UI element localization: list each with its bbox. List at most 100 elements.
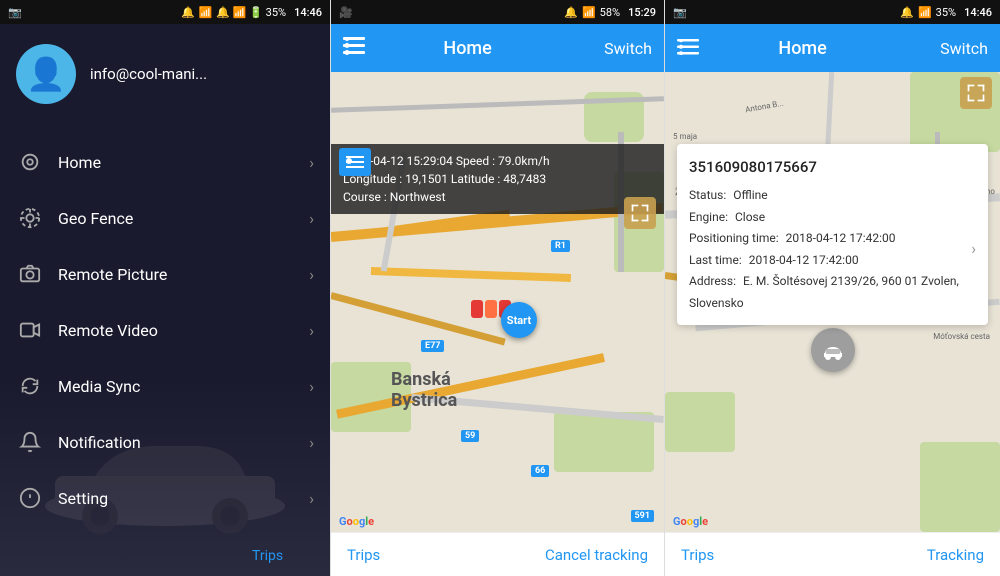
wifi-icon-2: 📶 [582, 6, 596, 19]
sidebar-item-notification[interactable]: Notification › [0, 414, 330, 470]
switch-button-2[interactable]: Switch [604, 39, 652, 58]
city-line-2: Bystrica [391, 390, 457, 412]
status-bar-1: 📷 🔔 📶 🔔 📶 🔋 35% 14:46 [0, 0, 330, 24]
notification-icon [16, 428, 44, 456]
positioning-label: Positioning time: [689, 231, 779, 245]
time-1: 14:46 [294, 6, 322, 19]
trips-tab-2[interactable]: Trips [347, 546, 380, 564]
engine-label: Engine: [689, 210, 728, 224]
device-id: 351609080175667 [689, 154, 976, 181]
alarm-icon-2: 🔔 [564, 6, 578, 19]
battery-level-1: 🔔 📶 🔋 35% [216, 6, 286, 19]
sidebar-item-remote-picture[interactable]: Remote Picture › [0, 246, 330, 302]
profile-section: 👤 info@cool-mani... [0, 24, 330, 124]
device-info-text: Status: Offline Engine: Close Positionin… [689, 185, 971, 315]
road-label-591: 591 [631, 510, 655, 522]
engine-value: Close [735, 210, 765, 224]
info-line-1: 2018-04-12 15:29:04 Speed : 79.0km/h [343, 152, 652, 170]
start-marker: Start [501, 302, 537, 338]
street-mofovska: Móťovská cesta [933, 332, 990, 341]
device-info-row[interactable]: Status: Offline Engine: Close Positionin… [689, 185, 976, 315]
camera-icon: 📷 [8, 6, 22, 19]
positioning-value: 2018-04-12 17:42:00 [786, 231, 896, 245]
time-2: 15:29 [628, 6, 656, 19]
remote-video-label: Remote Video [58, 321, 309, 340]
info-chevron[interactable]: › [971, 235, 976, 264]
sidebar-item-remote-video[interactable]: Remote Video › [0, 302, 330, 358]
status-left-2: 🎥 [339, 6, 353, 19]
city-label-2: Banská Bystrica [391, 369, 457, 412]
time-3: 14:46 [964, 6, 992, 19]
avatar-icon: 👤 [26, 55, 66, 93]
marker-label: Start [507, 314, 531, 327]
status-right-3: 🔔 📶 35% 14:46 [900, 6, 992, 19]
home-label: Home [58, 153, 309, 172]
remote-video-icon [16, 316, 44, 344]
sidebar-item-setting[interactable]: Setting › [0, 470, 330, 526]
home-icon [16, 148, 44, 176]
last-time-value: 2018-04-12 17:42:00 [749, 253, 859, 267]
trips-tab-3[interactable]: Trips [681, 546, 714, 564]
header-title-3: Home [677, 38, 928, 59]
green-area-4 [554, 412, 654, 472]
hamburger-active[interactable] [339, 148, 371, 176]
road-label-66: 66 [531, 465, 549, 477]
footer-tabbar-2: Trips Cancel tracking [331, 532, 664, 576]
green-3-2 [665, 392, 735, 452]
geo-fence-icon [16, 204, 44, 232]
info-bar-2: 2018-04-12 15:29:04 Speed : 79.0km/h Lon… [331, 144, 664, 214]
app-header-3: Home Switch [665, 24, 1000, 72]
switch-button-3[interactable]: Switch [940, 39, 988, 58]
status-bar-3: 📷 🔔 📶 35% 14:46 [665, 0, 1000, 24]
alarm-icon-3: 🔔 [900, 6, 914, 19]
setting-label: Setting [58, 489, 309, 508]
info-line-3: Course : Northwest [343, 188, 652, 206]
footer-tabbar-3: Trips Tracking [665, 532, 1000, 576]
alarm-icon: 🔔 [181, 6, 195, 19]
media-sync-icon [16, 372, 44, 400]
sidebar-item-media-sync[interactable]: Media Sync › [0, 358, 330, 414]
status-left-3: 📷 [673, 6, 687, 19]
status-row: Status: Offline [689, 185, 971, 207]
wifi-icon: 📶 [199, 6, 213, 19]
trips-label-1[interactable]: Trips [252, 548, 283, 564]
header-title-2: Home [343, 38, 592, 59]
address-label: Address: [689, 274, 736, 288]
screenshot-button-3[interactable] [960, 77, 992, 109]
camera-icon-3: 📷 [673, 6, 687, 19]
screenshot-button-2[interactable] [624, 197, 656, 229]
sidebar-item-home[interactable]: Home › [0, 134, 330, 190]
battery-2: 58% [600, 6, 620, 19]
device-info-card: 351609080175667 Status: Offline Engine: … [677, 144, 988, 325]
notification-chevron: › [309, 433, 314, 452]
wifi-icon-3: 📶 [918, 6, 932, 19]
status-bar-right-1: 🔔 📶 🔔 📶 🔋 35% 14:46 [181, 6, 322, 19]
status-value: Offline [733, 188, 767, 202]
tracking-tab[interactable]: Tracking [927, 546, 984, 564]
notification-label: Notification [58, 433, 309, 452]
status-right-2: 🔔 📶 58% 15:29 [564, 6, 656, 19]
address-row: Address: E. M. Šoltésovej 2139/26, 960 0… [689, 271, 971, 314]
cancel-tracking-tab[interactable]: Cancel tracking [545, 546, 648, 564]
last-time-label: Last time: [689, 253, 742, 267]
media-sync-label: Media Sync [58, 377, 309, 396]
status-bar-2: 🎥 🔔 📶 58% 15:29 [331, 0, 664, 24]
google-badge-2: Google [339, 515, 374, 528]
road-label-r1: R1 [551, 240, 570, 252]
sidebar-item-geo-fence[interactable]: Geo Fence › [0, 190, 330, 246]
navigation-panel: 📷 🔔 📶 🔔 📶 🔋 35% 14:46 👤 info@cool-mani..… [0, 0, 330, 576]
trips-panel: 🎥 🔔 📶 58% 15:29 Home Switch [330, 0, 665, 576]
avatar[interactable]: 👤 [16, 44, 76, 104]
map-3[interactable]: Železničná Móťovská cesta Janka Jesenské… [665, 72, 1000, 532]
last-time-row: Last time: 2018-04-12 17:42:00 [689, 250, 971, 272]
info-line-2: Longitude : 19,1501 Latitude : 48,7483 [343, 170, 652, 188]
setting-chevron: › [309, 489, 314, 508]
street-5-maja: 5 maja [673, 132, 697, 141]
navigation-menu: Home › Geo Fence › Remote Picture [0, 134, 330, 526]
setting-icon [16, 484, 44, 512]
home-chevron: › [309, 153, 314, 172]
map-2[interactable]: R1 E77 59 66 591 Banská Bystrica Start [331, 72, 664, 532]
video-icon: 🎥 [339, 6, 353, 19]
profile-email: info@cool-mani... [90, 65, 207, 83]
engine-row: Engine: Close [689, 207, 971, 229]
